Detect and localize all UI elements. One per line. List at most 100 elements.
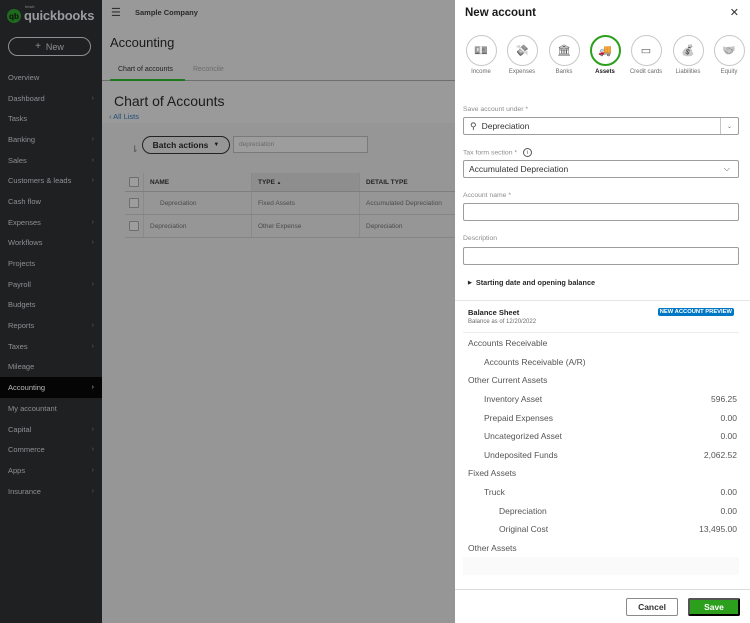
account-label: Fixed Assets <box>468 468 517 479</box>
description-label: Description <box>463 235 497 242</box>
account-type-label: Equity <box>720 69 738 75</box>
chevron-down-icon: ⌵ <box>723 164 730 173</box>
chevron-right-icon: › <box>91 94 94 102</box>
account-name-input[interactable] <box>463 203 739 221</box>
close-icon[interactable]: ✕ <box>730 6 739 19</box>
sidebar-item-dashboard[interactable]: Dashboard › <box>0 88 102 109</box>
sidebar-item-accounting[interactable]: Accounting › <box>0 377 102 398</box>
sidebar-item-cash-flow[interactable]: Cash flow <box>0 191 102 212</box>
page-title: Accounting <box>110 35 175 50</box>
balance-sheet-row: Inventory Asset 596.25 <box>463 390 739 409</box>
sidebar-item-label: Dashboard <box>8 93 45 103</box>
sidebar-item-label: Budgets <box>8 300 36 310</box>
account-amount: 0.00 <box>720 431 737 442</box>
save-button[interactable]: Save <box>688 598 740 616</box>
account-type-credit-cards[interactable]: ▭ Credit cards <box>626 35 666 77</box>
sidebar-item-apps[interactable]: Apps › <box>0 460 102 481</box>
sidebar-item-taxes[interactable]: Taxes › <box>0 336 102 357</box>
divider <box>455 300 750 301</box>
opening-balance-expander[interactable]: ▶ Starting date and opening balance <box>468 278 595 287</box>
sidebar-item-expenses[interactable]: Expenses › <box>0 212 102 233</box>
expander-label: Starting date and opening balance <box>475 278 596 287</box>
company-name: Sample Company <box>135 8 198 17</box>
quickbooks-logo[interactable]: qb intuit quickbooks <box>7 4 94 25</box>
sidebar-item-capital[interactable]: Capital › <box>0 419 102 440</box>
tab-reconcile[interactable]: Reconcile <box>193 66 224 73</box>
sidebar-item-overview[interactable]: Overview <box>0 67 102 88</box>
sidebar-item-customers-leads[interactable]: Customers & leads › <box>0 170 102 191</box>
row-checkbox[interactable] <box>129 221 139 231</box>
tab-chart-of-accounts[interactable]: Chart of accounts <box>118 66 173 73</box>
chevron-right-icon: › <box>91 177 94 185</box>
save-under-label: Save account under * <box>463 106 528 113</box>
cell-type: Fixed Assets <box>252 192 360 214</box>
info-icon[interactable]: i <box>523 148 533 157</box>
account-label: Other Assets <box>468 542 517 553</box>
account-amount: 0.00 <box>720 412 737 423</box>
sidebar-item-reports[interactable]: Reports › <box>0 315 102 336</box>
sidebar-item-label: Projects <box>8 259 36 269</box>
account-type-assets[interactable]: 🚚 Assets <box>585 35 625 77</box>
account-label: Undeposited Funds <box>484 449 558 460</box>
account-type-label: Assets <box>595 69 615 75</box>
sidebar-item-label: Commerce <box>8 445 45 455</box>
header-detail-type[interactable]: DETAIL TYPE <box>360 173 455 191</box>
save-under-field[interactable]: ⚲ Depreciation ⌄ <box>463 117 739 135</box>
account-amount: 0.00 <box>720 487 737 498</box>
sidebar-item-label: Insurance <box>8 486 41 496</box>
drawer-title: New account <box>465 7 536 19</box>
account-type-liabilities[interactable]: 💰 Liabilities <box>668 35 708 77</box>
description-input[interactable] <box>463 247 739 265</box>
filter-input[interactable]: depreciation <box>233 136 368 153</box>
sidebar-item-projects[interactable]: Projects <box>0 253 102 274</box>
sidebar-item-label: My accountant <box>8 403 57 413</box>
chevron-right-icon: › <box>91 384 94 392</box>
balance-sheet-row: Other Assets <box>463 539 739 558</box>
sidebar-item-my-accountant[interactable]: My accountant <box>0 398 102 419</box>
chevron-right-icon: › <box>91 322 94 330</box>
row-checkbox[interactable] <box>129 198 139 208</box>
batch-actions-button[interactable]: Batch actions ▼ <box>142 136 230 154</box>
account-type-equity[interactable]: 🤝 Equity <box>709 35 749 77</box>
top-bar: ☰ Sample Company <box>102 0 455 26</box>
sidebar-item-commerce[interactable]: Commerce › <box>0 439 102 460</box>
collapse-menu-icon[interactable]: ☰ <box>111 6 121 19</box>
sidebar-item-banking[interactable]: Banking › <box>0 129 102 150</box>
chevron-right-icon: › <box>91 446 94 454</box>
chevron-right-icon: › <box>91 425 94 433</box>
account-type-expenses[interactable]: 💸 Expenses <box>502 35 542 77</box>
new-button-label: New <box>45 41 64 52</box>
sidebar-item-tasks[interactable]: Tasks <box>0 108 102 129</box>
account-type-income[interactable]: 💵 Income <box>461 35 501 77</box>
select-all-checkbox[interactable] <box>129 177 139 187</box>
sidebar-item-label: Taxes <box>8 341 28 351</box>
header-name[interactable]: NAME <box>144 173 252 191</box>
cell-type: Other Expense <box>252 215 360 237</box>
sort-icon[interactable]: ⇂ <box>131 144 139 155</box>
new-button[interactable]: + New <box>8 37 91 56</box>
table-row[interactable]: Depreciation Fixed Assets Accumulated De… <box>125 192 455 215</box>
header-type[interactable]: TYPE ▲ <box>252 173 360 191</box>
account-type-label: Expenses <box>508 69 536 75</box>
cancel-button[interactable]: Cancel <box>626 598 678 616</box>
plus-icon: + <box>35 41 41 52</box>
new-account-preview-badge: NEW ACCOUNT PREVIEW <box>657 308 734 316</box>
account-type-selector: 💵 Income 💸 Expenses 🏛 Banks 🚚 Assets ▭ Credit car… <box>461 35 746 87</box>
chevron-down-icon[interactable]: ⌄ <box>720 118 738 134</box>
sidebar-item-insurance[interactable]: Insurance › <box>0 481 102 502</box>
sidebar-item-workflows[interactable]: Workflows › <box>0 233 102 254</box>
sidebar-item-sales[interactable]: Sales › <box>0 150 102 171</box>
balance-sheet-row: Original Cost 13,495.00 <box>463 520 739 539</box>
table-row[interactable]: Depreciation Other Expense Depreciation <box>125 215 455 238</box>
account-type-banks[interactable]: 🏛 Banks <box>544 35 584 77</box>
all-lists-link[interactable]: ‹ All Lists <box>109 112 139 121</box>
new-account-drawer: New account ✕ 💵 Income 💸 Expenses 🏛 Banks 🚚 Ass… <box>455 0 750 623</box>
expenses-icon: 💸 <box>506 35 538 66</box>
sidebar-item-mileage[interactable]: Mileage <box>0 357 102 378</box>
sidebar-item-budgets[interactable]: Budgets <box>0 295 102 316</box>
sidebar-nav: Overview Dashboard › Tasks Banking › Sales › Cus… <box>0 67 102 501</box>
active-tab-indicator <box>110 79 185 81</box>
sidebar-item-payroll[interactable]: Payroll › <box>0 274 102 295</box>
tax-form-select[interactable]: Accumulated Depreciation ⌵ <box>463 160 739 178</box>
tax-form-label: Tax form section * i <box>463 148 533 157</box>
